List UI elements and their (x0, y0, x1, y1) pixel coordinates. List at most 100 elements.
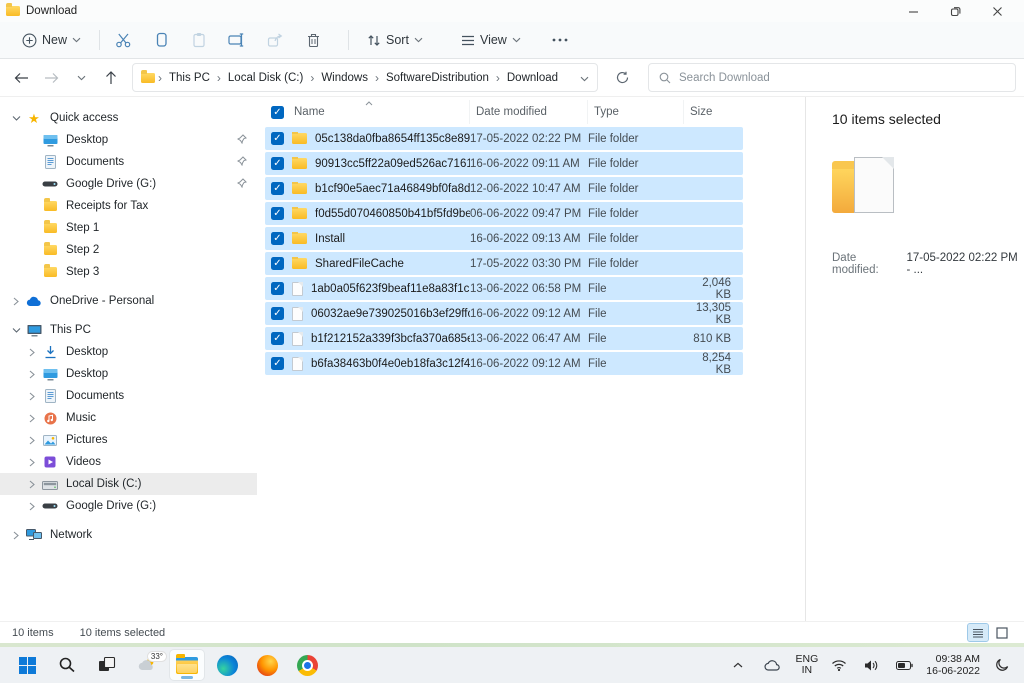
chevron-right-icon[interactable] (24, 414, 40, 423)
chevron-down-icon[interactable] (8, 115, 24, 122)
sidebar-item-desktop[interactable]: Desktop (0, 341, 257, 363)
volume-tray-button[interactable] (860, 650, 882, 680)
chevron-right-icon[interactable] (24, 370, 40, 379)
sidebar-item-pictures[interactable]: Pictures (0, 429, 257, 451)
refresh-button[interactable] (608, 64, 636, 92)
row-checkbox[interactable]: ✓ (271, 257, 284, 270)
onedrive-tray-button[interactable] (760, 650, 786, 680)
select-all-checkbox[interactable]: ✓ (271, 106, 284, 119)
row-checkbox[interactable]: ✓ (271, 182, 284, 195)
sidebar-item-desktop[interactable]: Desktop (0, 363, 257, 385)
recent-locations-button[interactable] (68, 65, 94, 91)
row-checkbox[interactable]: ✓ (271, 307, 284, 320)
share-button[interactable] (262, 28, 288, 52)
sidebar-item-google-drive-g[interactable]: Google Drive (G:) (0, 173, 257, 195)
restore-button[interactable] (934, 0, 976, 22)
row-checkbox[interactable]: ✓ (271, 282, 284, 295)
breadcrumb-segment-local-disk-c[interactable]: Local Disk (C:) (222, 69, 309, 87)
wifi-tray-button[interactable] (828, 650, 850, 680)
start-button[interactable] (10, 650, 44, 680)
view-button[interactable]: View (453, 28, 529, 52)
sidebar-item-desktop[interactable]: Desktop (0, 129, 257, 151)
more-options-button[interactable] (547, 28, 573, 52)
up-button[interactable] (98, 65, 124, 91)
sidebar-item-receipts-for-tax[interactable]: Receipts for Tax (0, 195, 257, 217)
sort-button[interactable]: Sort (359, 28, 431, 52)
search-box[interactable] (648, 63, 1016, 92)
file-row-install[interactable]: ✓Install16-06-2022 09:13 AMFile folder (265, 227, 743, 250)
breadcrumb-segment-windows[interactable]: Windows (315, 69, 374, 87)
taskbar-firefox-button[interactable] (250, 650, 284, 680)
chevron-right-icon[interactable] (8, 531, 24, 540)
sidebar-item-quick-access[interactable]: ★Quick access (0, 107, 257, 129)
breadcrumb[interactable]: ›This PC›Local Disk (C:)›Windows›Softwar… (132, 63, 598, 92)
sidebar-item-google-drive-g[interactable]: Google Drive (G:) (0, 495, 257, 517)
language-indicator[interactable]: ENG IN (796, 654, 819, 676)
focus-assist-button[interactable] (990, 650, 1014, 680)
column-header-date-modified[interactable]: Date modified (470, 100, 588, 124)
chevron-right-icon[interactable] (24, 392, 40, 401)
row-checkbox[interactable]: ✓ (271, 332, 284, 345)
file-row-sharedfilecache[interactable]: ✓SharedFileCache17-05-2022 03:30 PMFile … (265, 252, 743, 275)
sidebar-item-local-disk-c[interactable]: Local Disk (C:) (0, 473, 257, 495)
row-checkbox[interactable]: ✓ (271, 157, 284, 170)
row-checkbox[interactable]: ✓ (271, 207, 284, 220)
sidebar-item-videos[interactable]: Videos (0, 451, 257, 473)
breadcrumb-chevron-button[interactable] (580, 71, 589, 85)
clock[interactable]: 09:38 AM 16-06-2022 (926, 653, 980, 677)
chevron-right-icon[interactable] (24, 480, 40, 489)
chevron-right-icon[interactable] (24, 458, 40, 467)
sidebar-item-step-2[interactable]: Step 2 (0, 239, 257, 261)
file-row-05c138da0fba8654ff13[interactable]: ✓05c138da0fba8654ff135c8e8903233f17-05-2… (265, 127, 743, 150)
file-row-1ab0a05f623f9beaf11e[interactable]: ✓1ab0a05f623f9beaf11e8a83f1cbfa0e1c...13… (265, 277, 743, 300)
minimize-button[interactable] (892, 0, 934, 22)
file-row-06032ae9e739025016b3[interactable]: ✓06032ae9e739025016b3ef29ffcf67191...16-… (265, 302, 743, 325)
file-row-b1f212152a339f3bcfa3[interactable]: ✓b1f212152a339f3bcfa370a685e148e72...13-… (265, 327, 743, 350)
sidebar-item-step-3[interactable]: Step 3 (0, 261, 257, 283)
row-checkbox[interactable]: ✓ (271, 232, 284, 245)
chevron-right-icon[interactable] (24, 502, 40, 511)
forward-button[interactable] (38, 65, 64, 91)
paste-button[interactable] (186, 28, 212, 52)
taskbar-edge-button[interactable] (210, 650, 244, 680)
sidebar-item-network[interactable]: Network (0, 524, 257, 546)
icons-view-button[interactable] (992, 624, 1012, 641)
chevron-right-icon[interactable] (8, 297, 24, 306)
row-checkbox[interactable]: ✓ (271, 357, 284, 370)
battery-tray-button[interactable] (892, 650, 916, 680)
delete-button[interactable] (300, 28, 326, 52)
column-header-size[interactable]: Size (684, 100, 743, 124)
column-header-type[interactable]: Type (588, 100, 684, 124)
search-input[interactable] (679, 72, 1005, 84)
close-button[interactable] (976, 0, 1018, 22)
details-view-button[interactable] (968, 624, 988, 641)
breadcrumb-segment-download[interactable]: Download (501, 69, 564, 87)
file-row-f0d55d070460850b41bf[interactable]: ✓f0d55d070460850b41bf5fd9bee40d4506-06-2… (265, 202, 743, 225)
weather-widget-button[interactable]: 33° (130, 650, 164, 680)
file-row-b1cf90e5aec71a46849b[interactable]: ✓b1cf90e5aec71a46849bf0fa8da2382a12-06-2… (265, 177, 743, 200)
copy-button[interactable] (148, 28, 174, 52)
new-button[interactable]: New (14, 28, 89, 53)
sidebar-item-documents[interactable]: Documents (0, 151, 257, 173)
breadcrumb-segment-softwaredistribution[interactable]: SoftwareDistribution (380, 69, 495, 87)
task-view-button[interactable] (90, 650, 124, 680)
cut-button[interactable] (110, 28, 136, 52)
taskbar-file-explorer-button[interactable] (170, 650, 204, 680)
chevron-down-icon[interactable] (8, 327, 24, 334)
file-row-b6fa38463b0f4e0eb18f[interactable]: ✓b6fa38463b0f4e0eb18fa3c12f4056b88...16-… (265, 352, 743, 375)
chevron-right-icon[interactable] (24, 436, 40, 445)
sidebar-item-this-pc[interactable]: This PC (0, 319, 257, 341)
sidebar-item-documents[interactable]: Documents (0, 385, 257, 407)
taskbar-search-button[interactable] (50, 650, 84, 680)
sidebar-item-music[interactable]: Music (0, 407, 257, 429)
back-button[interactable] (8, 65, 34, 91)
file-row-90913cc5ff22a09ed526[interactable]: ✓90913cc5ff22a09ed526ac7161c4588816-06-2… (265, 152, 743, 175)
tray-overflow-button[interactable] (726, 650, 750, 680)
taskbar-chrome-button[interactable] (290, 650, 324, 680)
sidebar-item-onedrive-personal[interactable]: OneDrive - Personal (0, 290, 257, 312)
breadcrumb-segment-this-pc[interactable]: This PC (163, 69, 216, 87)
chevron-right-icon[interactable] (24, 348, 40, 357)
rename-button[interactable] (224, 28, 250, 52)
row-checkbox[interactable]: ✓ (271, 132, 284, 145)
sidebar-item-step-1[interactable]: Step 1 (0, 217, 257, 239)
